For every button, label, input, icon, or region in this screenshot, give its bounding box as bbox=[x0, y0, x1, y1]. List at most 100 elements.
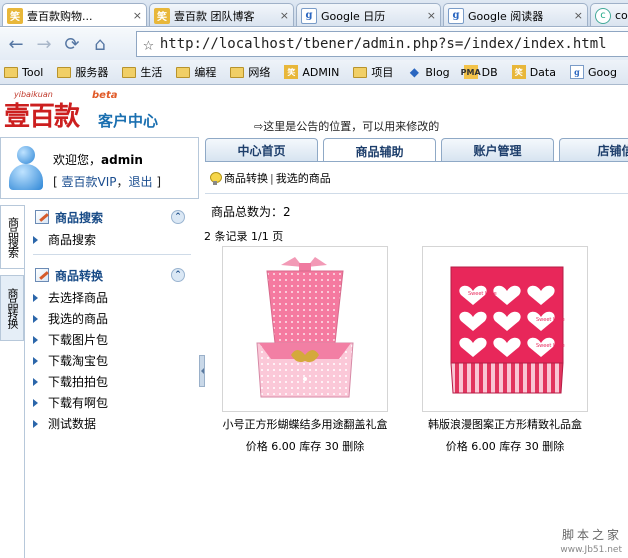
sidebar-item-download-images[interactable]: 下载图片包 bbox=[25, 329, 199, 350]
delete-link[interactable]: 删除 bbox=[342, 440, 364, 453]
bookmark-server[interactable]: 服务器 bbox=[57, 64, 108, 80]
close-icon[interactable]: × bbox=[133, 9, 142, 22]
bookmark-blog[interactable]: ◆ Blog bbox=[407, 65, 450, 79]
bookmark-google[interactable]: g Goog bbox=[569, 65, 617, 79]
product-image[interactable]: Sweet Love Sweet Love Sweet Love bbox=[422, 246, 588, 412]
tab-account[interactable]: 账户管理 bbox=[441, 138, 554, 161]
site-logo[interactable]: yibaikuan 壹百款 beta 客户中心 bbox=[4, 90, 180, 134]
bookmark-label: Goog bbox=[587, 65, 617, 79]
sweet-love-label: Sweet Love bbox=[536, 343, 565, 349]
home-icon[interactable]: ⌂ bbox=[88, 32, 112, 56]
pencil-icon bbox=[35, 210, 49, 224]
bookmark-life[interactable]: 生活 bbox=[122, 64, 162, 80]
product-total: 商品总数为：2 bbox=[211, 205, 291, 219]
folder-icon bbox=[230, 66, 245, 78]
bookmark-data[interactable]: 笑 Data bbox=[511, 65, 556, 79]
triangle-right-icon bbox=[33, 293, 38, 302]
bookmark-coding[interactable]: 编程 bbox=[176, 64, 216, 80]
tab-product-assist[interactable]: 商品辅助 bbox=[323, 138, 436, 161]
product-card: Sweet Love Sweet Love Sweet Love 韩版浪漫图案正… bbox=[422, 246, 588, 454]
divider bbox=[205, 193, 628, 194]
browser-tab-4[interactable]: c cool bbox=[590, 3, 628, 26]
delete-link[interactable]: 删除 bbox=[542, 440, 564, 453]
vtab-product-search[interactable]: 商品搜索 bbox=[0, 205, 24, 269]
section-title[interactable]: 商品搜索 ⌃ bbox=[25, 205, 199, 229]
logo-customer-center: 客户中心 bbox=[98, 112, 159, 130]
stock-value: 30 bbox=[524, 440, 539, 453]
sidebar-item-test-data[interactable]: 测试数据 bbox=[25, 413, 199, 434]
yibaikuan-icon: 笑 bbox=[154, 7, 170, 24]
browser-nav-bar: ← → ⟳ ⌂ ☆ http://localhost/tbener/admin.… bbox=[0, 28, 628, 60]
triangle-right-icon bbox=[33, 235, 38, 244]
collapse-icon[interactable]: ⌃ bbox=[171, 268, 185, 282]
sidebar-item-my-products[interactable]: 我选的商品 bbox=[25, 308, 199, 329]
subnav-my-products[interactable]: 我选的商品 bbox=[276, 170, 331, 186]
bookmark-project[interactable]: 项目 bbox=[353, 64, 393, 80]
vip-link[interactable]: 壹百款VIP bbox=[62, 175, 117, 189]
reload-icon[interactable]: ⟳ bbox=[60, 32, 84, 56]
subnav-product-convert[interactable]: 商品转换 bbox=[224, 170, 268, 186]
sidebar-item-label: 我选的商品 bbox=[48, 312, 109, 326]
price-label: 价格 bbox=[445, 440, 468, 453]
sidebar-item-download-paipai[interactable]: 下载拍拍包 bbox=[25, 371, 199, 392]
folder-icon bbox=[57, 66, 72, 78]
divider bbox=[33, 254, 191, 255]
bookmark-network[interactable]: 网络 bbox=[230, 64, 270, 80]
yibaikuan-icon: 笑 bbox=[511, 65, 526, 79]
bookmark-db[interactable]: PMA DB bbox=[461, 65, 498, 79]
sidebar-item-label: 下载淘宝包 bbox=[48, 354, 109, 368]
triangle-right-icon bbox=[33, 419, 38, 428]
sidebar-item-choose-product[interactable]: 去选择商品 bbox=[25, 287, 199, 308]
gift-box-bow-image bbox=[256, 257, 354, 398]
sweet-love-label: Sweet Love bbox=[468, 291, 497, 297]
section-title[interactable]: 商品转换 ⌃ bbox=[25, 263, 199, 287]
sidebar-item-label: 测试数据 bbox=[48, 417, 97, 431]
logout-link[interactable]: 退出 bbox=[129, 175, 153, 189]
product-card: 小号正方形蝴蝶结多用途翻盖礼盒 价格 6.00 库存 30 删除 bbox=[222, 246, 388, 454]
bookmark-tool[interactable]: Tool bbox=[4, 66, 43, 79]
forward-arrow-icon[interactable]: → bbox=[32, 32, 56, 56]
back-arrow-icon[interactable]: ← bbox=[4, 32, 28, 56]
price-value: 6.00 bbox=[271, 440, 296, 453]
section-title-label: 商品转换 bbox=[55, 268, 104, 283]
browser-tab-0[interactable]: 笑 壹百款购物... × bbox=[2, 3, 147, 26]
collapse-icon[interactable]: ⌃ bbox=[171, 210, 185, 224]
bookmark-label: ADMIN bbox=[302, 65, 340, 79]
browser-tab-label: 壹百款购物... bbox=[27, 9, 93, 23]
stock-label: 库存 bbox=[499, 440, 522, 453]
tab-home[interactable]: 中心首页 bbox=[205, 138, 318, 161]
bookmark-label: 网络 bbox=[248, 66, 271, 79]
sidebar-item-label: 商品搜索 bbox=[48, 233, 97, 247]
yibaikuan-icon: 笑 bbox=[284, 65, 299, 79]
address-bar[interactable]: ☆ http://localhost/tbener/admin.php?s=/i… bbox=[136, 31, 628, 57]
sidebar-item-label: 下载有啊包 bbox=[48, 396, 109, 410]
sidebar-toggle-handle[interactable] bbox=[199, 355, 205, 387]
triangle-right-icon bbox=[33, 356, 38, 365]
cool-icon: c bbox=[595, 7, 611, 24]
close-icon[interactable]: × bbox=[280, 9, 289, 22]
bookmark-label: Blog bbox=[425, 65, 450, 79]
bookmark-star-icon[interactable]: ☆ bbox=[143, 34, 154, 55]
price-value: 6.00 bbox=[471, 440, 496, 453]
bookmark-admin[interactable]: 笑 ADMIN bbox=[284, 65, 339, 79]
phpmyadmin-icon: PMA bbox=[461, 65, 481, 79]
watermark-url: www.Jb51.net bbox=[560, 545, 622, 555]
google-icon: g bbox=[569, 65, 584, 79]
product-image[interactable] bbox=[222, 246, 388, 412]
stock-label: 库存 bbox=[299, 440, 322, 453]
browser-tab-label: cool bbox=[615, 9, 628, 22]
browser-tab-3[interactable]: g Google 阅读器 × bbox=[443, 3, 588, 26]
close-icon[interactable]: × bbox=[427, 9, 436, 22]
sidebar-item-download-taobao[interactable]: 下载淘宝包 bbox=[25, 350, 199, 371]
product-name[interactable]: 韩版浪漫图案正方形精致礼品盒 bbox=[422, 416, 588, 432]
tab-shop-info[interactable]: 店铺信 bbox=[559, 138, 628, 161]
close-icon[interactable]: × bbox=[574, 9, 583, 22]
sidebar-item-label: 去选择商品 bbox=[48, 291, 109, 305]
sidebar-item-download-youa[interactable]: 下载有啊包 bbox=[25, 392, 199, 413]
browser-tab-1[interactable]: 笑 壹百款 团队博客 × bbox=[149, 3, 294, 26]
browser-tab-2[interactable]: g Google 日历 × bbox=[296, 3, 441, 26]
vtab-product-convert[interactable]: 商品转换 bbox=[0, 275, 24, 341]
bookmark-label: 项目 bbox=[371, 66, 394, 79]
product-name[interactable]: 小号正方形蝴蝶结多用途翻盖礼盒 bbox=[222, 416, 388, 432]
sidebar-item-product-search[interactable]: 商品搜索 bbox=[25, 229, 199, 250]
